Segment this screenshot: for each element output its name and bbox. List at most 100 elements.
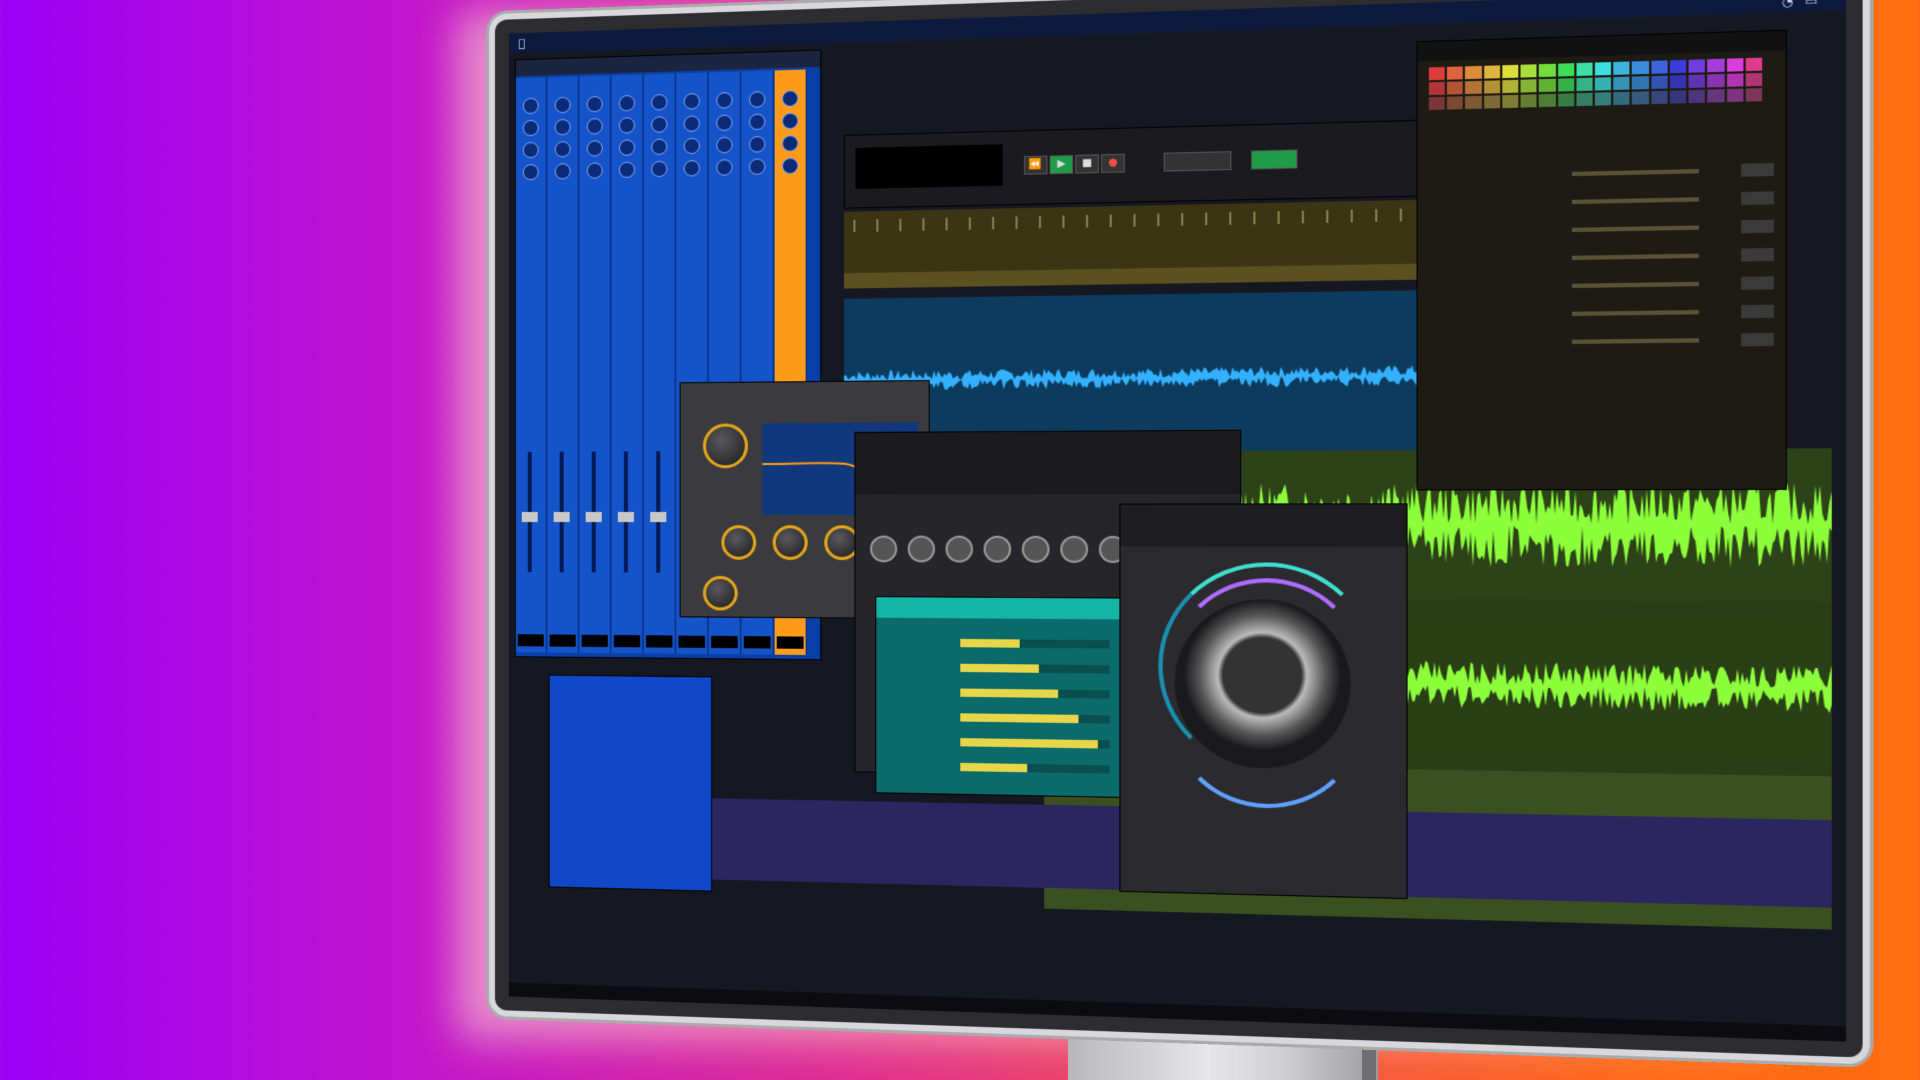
mixer-channel-strip[interactable]: [644, 73, 676, 654]
color-swatch[interactable]: [1707, 89, 1725, 103]
wifi-icon[interactable]: ◔: [1782, 0, 1793, 8]
pan-knob[interactable]: [522, 97, 539, 115]
band-knob[interactable]: [772, 525, 808, 560]
color-swatch[interactable]: [1669, 75, 1687, 89]
inspector-slider[interactable]: [1571, 338, 1700, 344]
reset-button[interactable]: [1741, 332, 1774, 347]
apple-icon[interactable]: : [519, 36, 526, 49]
parameter-knob[interactable]: [945, 535, 973, 563]
color-swatch[interactable]: [1447, 81, 1464, 95]
color-swatch[interactable]: [1520, 79, 1537, 93]
color-swatch[interactable]: [1745, 57, 1763, 72]
pan-knob[interactable]: [749, 158, 766, 176]
reset-button[interactable]: [1741, 219, 1774, 234]
color-swatch[interactable]: [1745, 72, 1763, 87]
color-swatch[interactable]: [1707, 73, 1725, 88]
fader-cap[interactable]: [650, 511, 667, 523]
color-swatch[interactable]: [1688, 59, 1706, 73]
pan-knob[interactable]: [586, 140, 603, 157]
color-swatch[interactable]: [1669, 90, 1687, 104]
color-swatch[interactable]: [1594, 77, 1612, 91]
pan-knob[interactable]: [683, 159, 700, 177]
surround-plugin-window[interactable]: [1119, 503, 1408, 900]
color-swatch[interactable]: [1650, 75, 1668, 89]
color-swatch[interactable]: [1613, 91, 1630, 106]
color-swatch[interactable]: [1576, 77, 1593, 92]
reset-button[interactable]: [1741, 276, 1774, 290]
pan-knob[interactable]: [683, 115, 700, 132]
color-swatch[interactable]: [1650, 90, 1668, 105]
color-swatch[interactable]: [1539, 78, 1556, 93]
pan-knob[interactable]: [586, 95, 603, 113]
pan-knob[interactable]: [618, 94, 636, 112]
color-swatch[interactable]: [1594, 62, 1612, 76]
pan-knob[interactable]: [749, 135, 766, 153]
reset-button[interactable]: [1741, 304, 1774, 319]
color-palette[interactable]: [1428, 57, 1763, 111]
color-swatch[interactable]: [1502, 94, 1519, 109]
mixer-channel-strip[interactable]: [579, 75, 611, 654]
rewind-button[interactable]: ⏪: [1023, 155, 1048, 175]
color-swatch[interactable]: [1726, 73, 1744, 87]
teal-plugin-window[interactable]: [875, 596, 1133, 799]
color-swatch[interactable]: [1726, 58, 1744, 72]
pan-knob[interactable]: [716, 92, 733, 109]
pan-knob[interactable]: [651, 138, 668, 156]
color-swatch[interactable]: [1520, 94, 1537, 108]
pan-knob[interactable]: [522, 163, 539, 181]
color-swatch[interactable]: [1594, 92, 1612, 106]
color-swatch[interactable]: [1650, 60, 1668, 74]
mixer-channel-strip[interactable]: [547, 76, 579, 653]
pan-knob[interactable]: [618, 117, 636, 134]
pan-knob[interactable]: [586, 118, 603, 135]
fader-cap[interactable]: [617, 511, 634, 523]
color-swatch[interactable]: [1447, 66, 1464, 80]
parameter-knob[interactable]: [870, 535, 898, 563]
mixer-channel-strip[interactable]: [515, 77, 547, 653]
color-swatch[interactable]: [1502, 64, 1519, 79]
color-swatch[interactable]: [1576, 62, 1593, 77]
parameter-knob[interactable]: [907, 535, 936, 563]
reset-button[interactable]: [1741, 247, 1774, 262]
pan-knob[interactable]: [618, 161, 636, 179]
fader-cap[interactable]: [553, 511, 570, 523]
color-swatch[interactable]: [1428, 96, 1445, 111]
pan-knob[interactable]: [716, 114, 733, 132]
pan-knob[interactable]: [554, 141, 571, 158]
pan-knob[interactable]: [651, 93, 668, 111]
color-swatch[interactable]: [1447, 96, 1464, 110]
mixer-channel-strip[interactable]: [611, 74, 644, 654]
pan-knob[interactable]: [651, 116, 668, 133]
color-swatch[interactable]: [1707, 58, 1725, 73]
inspector-slider[interactable]: [1571, 197, 1700, 205]
color-swatch[interactable]: [1632, 91, 1649, 105]
fader-cap[interactable]: [521, 511, 538, 523]
color-swatch[interactable]: [1632, 60, 1649, 75]
band-knob[interactable]: [721, 525, 757, 560]
pan-knob[interactable]: [716, 136, 733, 154]
pan-knob[interactable]: [781, 90, 799, 107]
color-swatch[interactable]: [1557, 78, 1574, 92]
pan-knob[interactable]: [683, 137, 700, 155]
parameter-knob[interactable]: [983, 535, 1012, 563]
color-swatch[interactable]: [1613, 61, 1630, 75]
battery-icon[interactable]: ▭: [1805, 0, 1817, 8]
color-swatch[interactable]: [1726, 88, 1744, 103]
record-button[interactable]: ●: [1101, 153, 1125, 174]
color-swatch[interactable]: [1483, 65, 1500, 79]
pan-knob[interactable]: [683, 93, 700, 110]
parameter-knob[interactable]: [1060, 535, 1089, 563]
play-button[interactable]: ▶: [1049, 154, 1074, 175]
pan-knob[interactable]: [749, 91, 766, 108]
color-swatch[interactable]: [1428, 66, 1445, 81]
pan-knob[interactable]: [781, 157, 799, 175]
pan-knob[interactable]: [781, 135, 799, 152]
color-swatch[interactable]: [1557, 93, 1574, 107]
color-swatch[interactable]: [1465, 80, 1482, 95]
inspector-slider[interactable]: [1571, 225, 1700, 233]
color-swatch[interactable]: [1502, 79, 1519, 94]
stop-button[interactable]: ■: [1075, 154, 1099, 174]
pan-knob[interactable]: [586, 162, 603, 179]
color-swatch[interactable]: [1465, 95, 1482, 110]
pan-knob[interactable]: [651, 160, 668, 178]
